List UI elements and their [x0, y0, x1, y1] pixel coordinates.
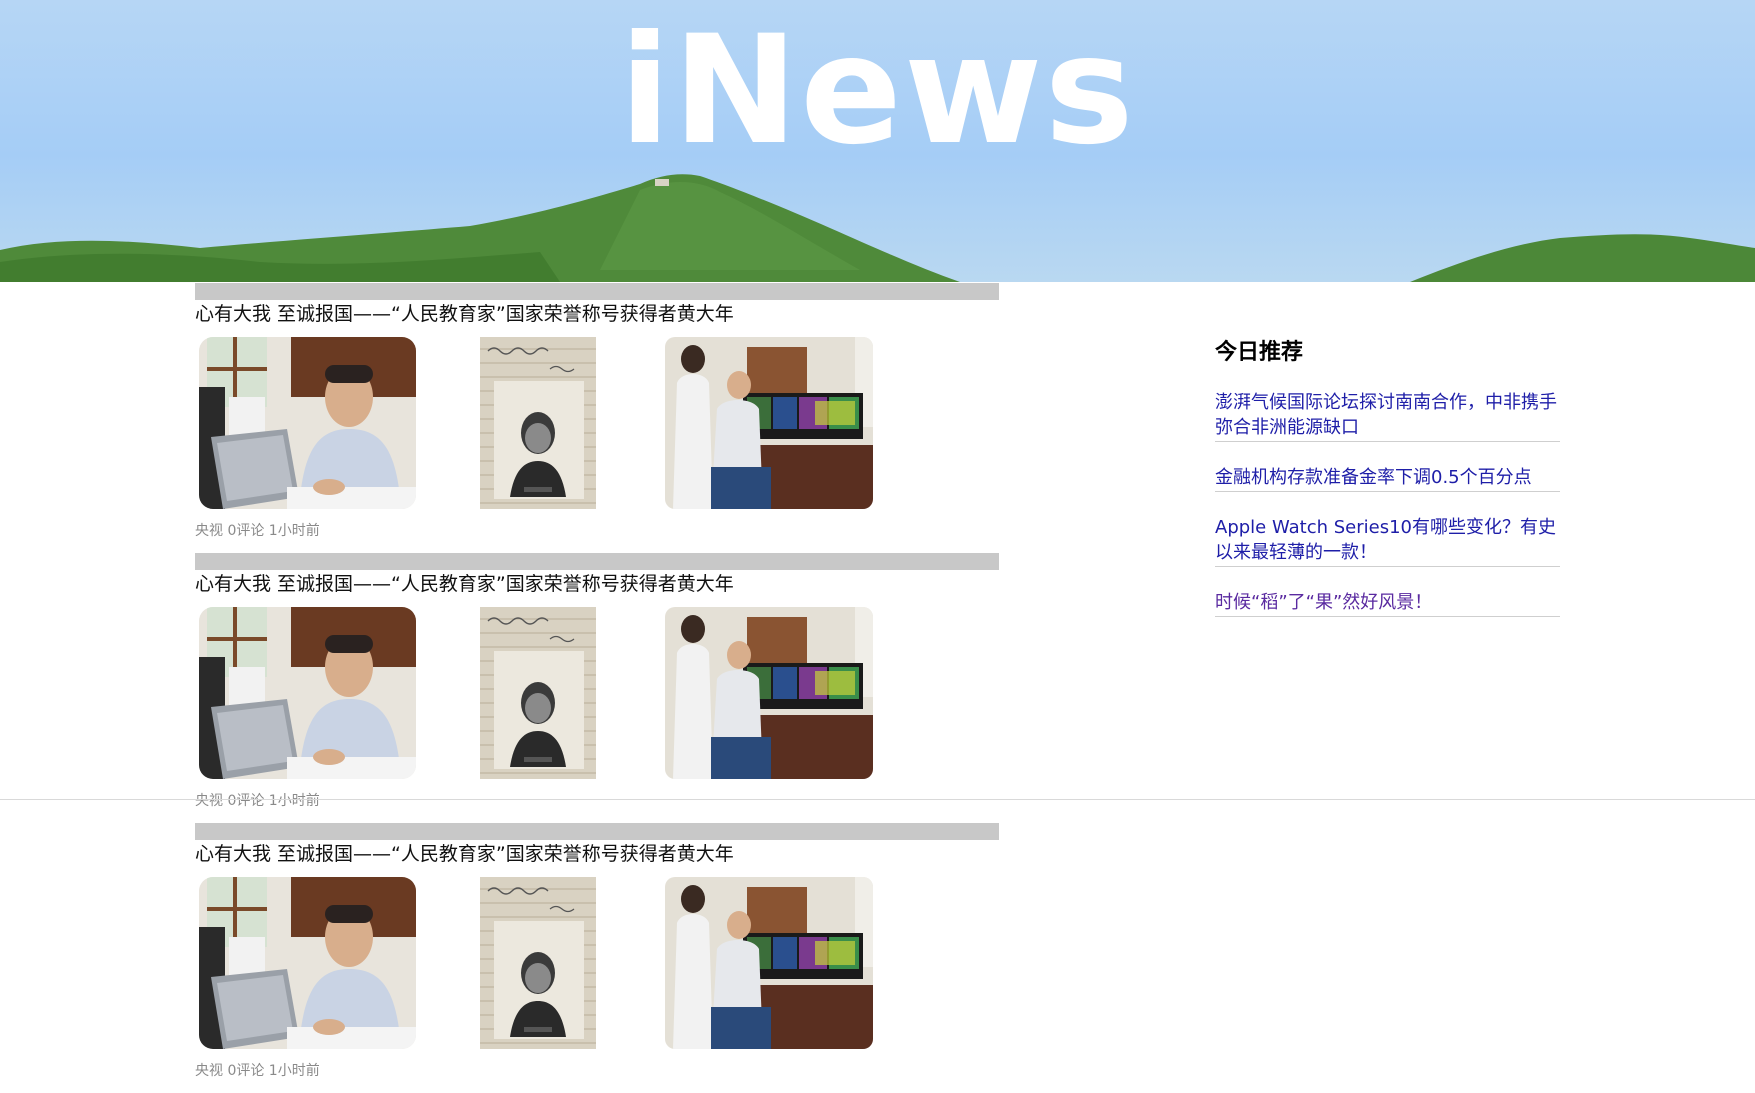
article-separator-bar — [195, 823, 999, 840]
site-logo[interactable]: iNews — [0, 6, 1755, 176]
old-notebook-portrait-thumbnail[interactable] — [480, 607, 596, 779]
article-title[interactable]: 心有大我 至诚报国——“人民教育家”国家荣誉称号获得者黄大年 — [195, 571, 734, 597]
news-article[interactable]: 心有大我 至诚报国——“人民教育家”国家荣誉称号获得者黄大年 央视 0评论 1小… — [195, 553, 999, 823]
teacher-at-desk-thumbnail[interactable] — [199, 877, 416, 1049]
news-feed: 心有大我 至诚报国——“人民教育家”国家荣誉称号获得者黄大年 央视 0评论 1小… — [195, 283, 999, 1093]
lab-monitors-thumbnail[interactable] — [665, 337, 873, 509]
page-divider-line — [0, 799, 1755, 800]
hero-banner: iNews — [0, 0, 1755, 282]
recommendations-sidebar: 今日推荐 澎湃气候国际论坛探讨南南合作，中非携手弥合非洲能源缺口 金融机构存款准… — [1215, 338, 1560, 640]
recommendation-link[interactable]: Apple Watch Series10有哪些变化？有史以来最轻薄的一款！ — [1215, 515, 1560, 567]
news-article[interactable]: 心有大我 至诚报国——“人民教育家”国家荣誉称号获得者黄大年 央视 0评论 1小… — [195, 823, 999, 1093]
lab-monitors-thumbnail[interactable] — [665, 877, 873, 1049]
sidebar-heading: 今日推荐 — [1215, 340, 1304, 365]
teacher-at-desk-thumbnail[interactable] — [199, 337, 416, 509]
article-separator-bar — [195, 283, 999, 300]
article-separator-bar — [195, 553, 999, 570]
article-meta: 央视 0评论 1小时前 — [195, 523, 320, 539]
news-article[interactable]: 心有大我 至诚报国——“人民教育家”国家荣誉称号获得者黄大年 央视 0评论 1小… — [195, 283, 999, 553]
article-title[interactable]: 心有大我 至诚报国——“人民教育家”国家荣誉称号获得者黄大年 — [195, 841, 734, 867]
article-meta: 央视 0评论 1小时前 — [195, 1063, 320, 1079]
article-meta: 央视 0评论 1小时前 — [195, 793, 320, 809]
recommendation-link[interactable]: 澎湃气候国际论坛探讨南南合作，中非携手弥合非洲能源缺口 — [1215, 390, 1560, 442]
recommendation-link[interactable]: 时候“稻”了“果”然好风景！ — [1215, 590, 1560, 617]
old-notebook-portrait-thumbnail[interactable] — [480, 877, 596, 1049]
lab-monitors-thumbnail[interactable] — [665, 607, 873, 779]
article-title[interactable]: 心有大我 至诚报国——“人民教育家”国家荣誉称号获得者黄大年 — [195, 301, 734, 327]
teacher-at-desk-thumbnail[interactable] — [199, 607, 416, 779]
old-notebook-portrait-thumbnail[interactable] — [480, 337, 596, 509]
recommendation-link[interactable]: 金融机构存款准备金率下调0.5个百分点 — [1215, 465, 1560, 492]
